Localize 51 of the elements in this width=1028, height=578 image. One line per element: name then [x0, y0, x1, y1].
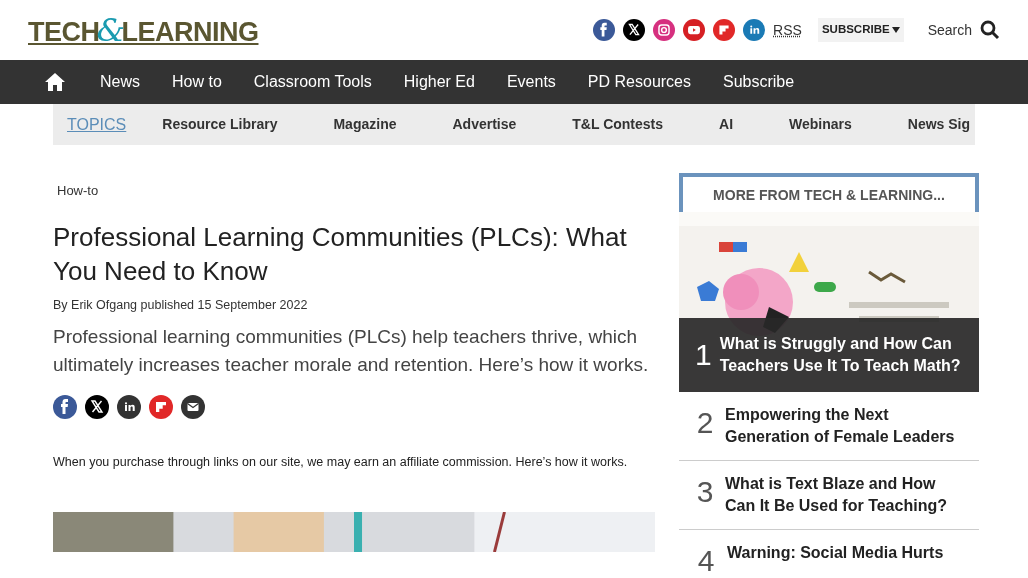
topic-link[interactable]: News Sig — [907, 114, 971, 135]
x-icon[interactable] — [623, 19, 646, 41]
flipboard-icon[interactable] — [149, 394, 173, 419]
affiliate-notice: When you purchase through links on our site, we may earn an affiliate commission. Here’s how it works. — [53, 453, 629, 471]
story-link[interactable]: 3 What is Text Blaze and How Can It Be Used for Teaching? — [679, 461, 979, 530]
rank-number: 2 — [695, 405, 715, 441]
subscribe-dropdown[interactable]: SUBSCRIBE — [817, 18, 904, 42]
nav-link[interactable]: How to — [156, 70, 238, 94]
rank-number: 1 — [695, 340, 712, 370]
nav-link[interactable]: PD Resources — [571, 70, 707, 94]
story-title: What is Struggly and How Can Teachers Use It To Teach Math? — [719, 334, 962, 376]
topic-link[interactable]: Resource Library — [162, 114, 278, 135]
search-button[interactable]: Search — [927, 19, 1000, 41]
featured-story-link[interactable]: 1 What is Struggly and How Can Teachers Use It To Teach Math? — [679, 318, 979, 392]
rss-link[interactable]: RSS — [773, 19, 802, 41]
x-icon[interactable] — [85, 394, 109, 419]
rank-number: 3 — [695, 474, 715, 510]
topic-link[interactable]: AI — [719, 114, 734, 135]
publish-date: published 15 September 2022 — [139, 298, 308, 312]
article-title: Professional Learning Communities (PLCs): What You Need to Know — [53, 221, 628, 288]
author-link[interactable]: Erik Ofgang — [71, 298, 138, 312]
nav-link[interactable]: Events — [490, 70, 572, 94]
home-icon[interactable] — [44, 72, 66, 92]
nav-link[interactable]: Classroom Tools — [237, 70, 388, 94]
story-link[interactable]: 2 Empowering the Next Generation of Female Leaders — [679, 392, 979, 461]
story-title: Empowering the Next Generation of Female Leaders — [725, 405, 956, 447]
nav-link[interactable]: Higher Ed — [387, 70, 491, 94]
topic-link[interactable]: T&L Contests — [572, 114, 664, 135]
article-summary: Professional learning communities (PLCs) help teachers thrive, which ultimately increases teacher morale and retention. Here’s how it works. — [53, 324, 650, 377]
topic-link[interactable]: Webinars — [789, 114, 852, 135]
facebook-icon[interactable] — [53, 394, 77, 419]
nav-link[interactable]: Subscribe — [707, 70, 811, 94]
nav-link[interactable]: News — [84, 70, 156, 94]
site-logo[interactable]: TECH&LEARNING — [28, 6, 259, 54]
youtube-icon[interactable] — [683, 19, 706, 41]
instagram-icon[interactable] — [653, 19, 676, 41]
linkedin-icon[interactable] — [117, 394, 141, 419]
flipboard-icon[interactable] — [713, 19, 736, 41]
search-icon — [980, 20, 1000, 40]
topic-link[interactable]: Magazine — [333, 114, 397, 135]
how-it-works-link[interactable]: Here’s how it works — [515, 454, 624, 469]
story-title: What is Text Blaze and How Can It Be Used for Teaching? — [725, 474, 948, 516]
caret-icon — [891, 27, 900, 33]
story-link[interactable]: 4 Warning: Social Media Hurts — [679, 530, 979, 578]
facebook-icon[interactable] — [593, 19, 616, 41]
byline-prefix: By — [53, 298, 69, 312]
breadcrumb-link[interactable]: How-to — [57, 181, 99, 201]
email-icon[interactable] — [181, 394, 205, 419]
rank-number: 4 — [696, 543, 716, 576]
topic-link[interactable]: Advertise — [452, 114, 517, 135]
story-title: Warning: Social Media Hurts — [727, 543, 944, 563]
